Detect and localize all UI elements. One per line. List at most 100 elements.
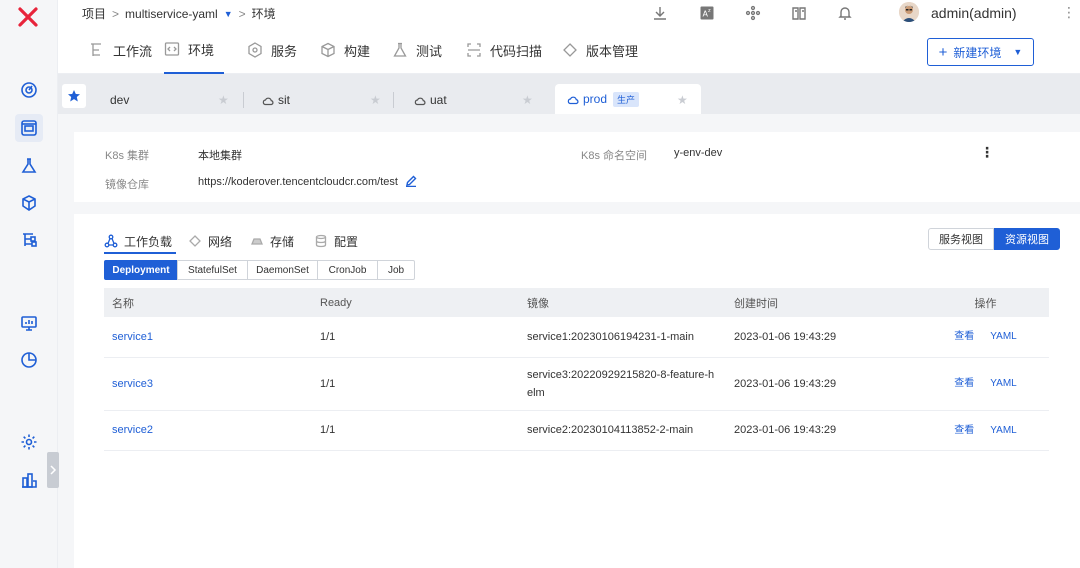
env-tab-dev[interactable]: dev ★ (94, 86, 244, 114)
column-header-image: 镜像 (519, 288, 726, 317)
env-tab-sit[interactable]: sit ★ (244, 86, 394, 114)
yaml-link[interactable]: YAML (990, 378, 1017, 389)
main-nav: 工作流 环境 服务 构建 测试 代码扫描 版本管理 + 新建环境 ▼ (58, 26, 1080, 74)
tab-environment[interactable]: 环境 (164, 26, 225, 74)
tab-label: 环境 (188, 42, 215, 58)
tab-network[interactable]: 网络 (188, 232, 232, 250)
cloud-icon (414, 95, 426, 106)
dashboard-icon[interactable] (15, 76, 43, 104)
service-name-link[interactable]: service1 (104, 317, 312, 358)
storage-icon (251, 238, 263, 245)
view-link[interactable]: 查看 (954, 331, 974, 342)
caret-down-icon[interactable]: ▼ (1013, 47, 1022, 57)
service-name-link[interactable]: service2 (104, 410, 312, 451)
star-icon[interactable]: ★ (370, 93, 381, 107)
view-link[interactable]: 查看 (954, 425, 974, 436)
column-header-created: 创建时间 (726, 288, 922, 317)
scan-icon (467, 43, 481, 57)
tab-workloads[interactable]: 工作负载 (104, 232, 172, 250)
env-tab-uat[interactable]: uat ★ (394, 86, 544, 114)
resource-view-button[interactable]: 资源视图 (994, 228, 1060, 250)
tab-build[interactable]: 构建 (320, 26, 370, 74)
tab-label: 存储 (270, 234, 295, 249)
registry-value: https://koderover.tencentcloudcr.com/tes… (198, 176, 398, 188)
view-link[interactable]: 查看 (954, 378, 974, 389)
service-name-link[interactable]: service3 (104, 357, 312, 411)
namespace-value: y-env-dev (674, 147, 723, 159)
artifact-icon[interactable] (15, 189, 43, 217)
user-name[interactable]: admin(admin) (931, 5, 1017, 21)
monitor-icon[interactable] (15, 309, 43, 337)
build-icon (321, 42, 335, 58)
actions-cell: 查看 YAML (922, 357, 1049, 411)
tab-version[interactable]: 版本管理 (562, 26, 638, 74)
env-tab-prod[interactable]: prod 生产 ★ (555, 84, 701, 114)
more-vertical-icon[interactable]: ⋮ (1062, 4, 1076, 21)
yaml-link[interactable]: YAML (990, 331, 1017, 342)
download-icon[interactable] (652, 5, 668, 21)
created-cell: 2023-01-06 19:43:29 (726, 317, 922, 358)
star-icon[interactable]: ★ (677, 93, 688, 107)
star-icon[interactable]: ★ (218, 93, 229, 107)
edit-icon[interactable] (405, 175, 417, 188)
actions-cell: 查看 YAML (922, 410, 1049, 451)
ready-cell: 1/1 (312, 410, 519, 451)
chevron-right-icon (50, 465, 57, 475)
settings-icon[interactable] (15, 428, 43, 456)
image-line: service3:20220929215820-8-feature-h (527, 368, 715, 381)
cluster-value: 本地集群 (198, 150, 242, 162)
tab-label: 测试 (416, 43, 443, 59)
more-vertical-icon[interactable]: ⋮ (980, 144, 994, 161)
workflow-icon[interactable] (15, 226, 43, 254)
plugin-icon[interactable] (745, 5, 761, 21)
tab-code-scan[interactable]: 代码扫描 (466, 26, 542, 74)
column-header-name: 名称 (104, 288, 312, 317)
pin-star-icon[interactable] (62, 84, 86, 108)
caret-down-icon[interactable]: ▼ (224, 9, 233, 19)
tab-service[interactable]: 服务 (247, 26, 297, 74)
image-line: elm (527, 386, 545, 399)
projects-icon[interactable] (15, 114, 43, 142)
service-view-button[interactable]: 服务视图 (928, 228, 994, 250)
ready-cell: 1/1 (312, 357, 519, 411)
docs-icon[interactable] (791, 5, 807, 21)
kind-daemonset-button[interactable]: DaemonSet (247, 260, 318, 280)
breadcrumb-project[interactable]: 项目 (82, 5, 106, 22)
test-flask-icon[interactable] (15, 152, 43, 180)
env-tab-label: prod (583, 92, 608, 106)
config-icon (315, 234, 327, 248)
environment-tab-bar: dev ★ sit ★ uat ★ prod 生产 ★ (58, 74, 1080, 114)
breadcrumb: 项目 > multiservice-yaml ▼ > 环境 (82, 5, 276, 22)
table-header-row: 名称 Ready 镜像 创建时间 操作 (104, 288, 1049, 317)
left-rail (0, 0, 59, 568)
logo-icon[interactable] (17, 6, 39, 28)
tab-test[interactable]: 测试 (392, 26, 442, 74)
star-icon[interactable]: ★ (522, 93, 533, 107)
kind-job-button[interactable]: Job (377, 260, 415, 280)
image-cell: service3:20220929215820-8-feature-h elm (519, 357, 726, 411)
new-environment-button[interactable]: + 新建环境 ▼ (927, 38, 1034, 66)
tab-label: 配置 (334, 234, 359, 249)
production-badge: 生产 (613, 91, 640, 107)
kind-deployment-button[interactable]: Deployment (104, 260, 178, 280)
tab-label: 服务 (271, 43, 298, 59)
svg-text:z: z (708, 8, 711, 14)
breadcrumb-project-name[interactable]: multiservice-yaml (125, 7, 218, 21)
plus-icon: + (938, 43, 948, 61)
translate-icon[interactable]: Az (699, 5, 715, 21)
tab-storage[interactable]: 存储 (250, 232, 294, 250)
kind-statefulset-button[interactable]: StatefulSet (177, 260, 248, 280)
breadcrumb-separator: > (238, 6, 246, 21)
new-environment-label: 新建环境 (953, 45, 1002, 60)
system-icon[interactable] (15, 466, 43, 494)
bell-icon[interactable] (837, 5, 853, 21)
env-tab-label: sit (278, 93, 290, 107)
avatar[interactable] (899, 2, 919, 22)
tab-workflow[interactable]: 工作流 (89, 26, 152, 74)
tab-label: 代码扫描 (490, 43, 543, 59)
tab-config[interactable]: 配置 (314, 232, 358, 250)
analytics-icon[interactable] (15, 346, 43, 374)
yaml-link[interactable]: YAML (990, 425, 1017, 436)
kind-cronjob-button[interactable]: CronJob (317, 260, 378, 280)
sidebar-collapse-handle[interactable] (47, 452, 59, 488)
